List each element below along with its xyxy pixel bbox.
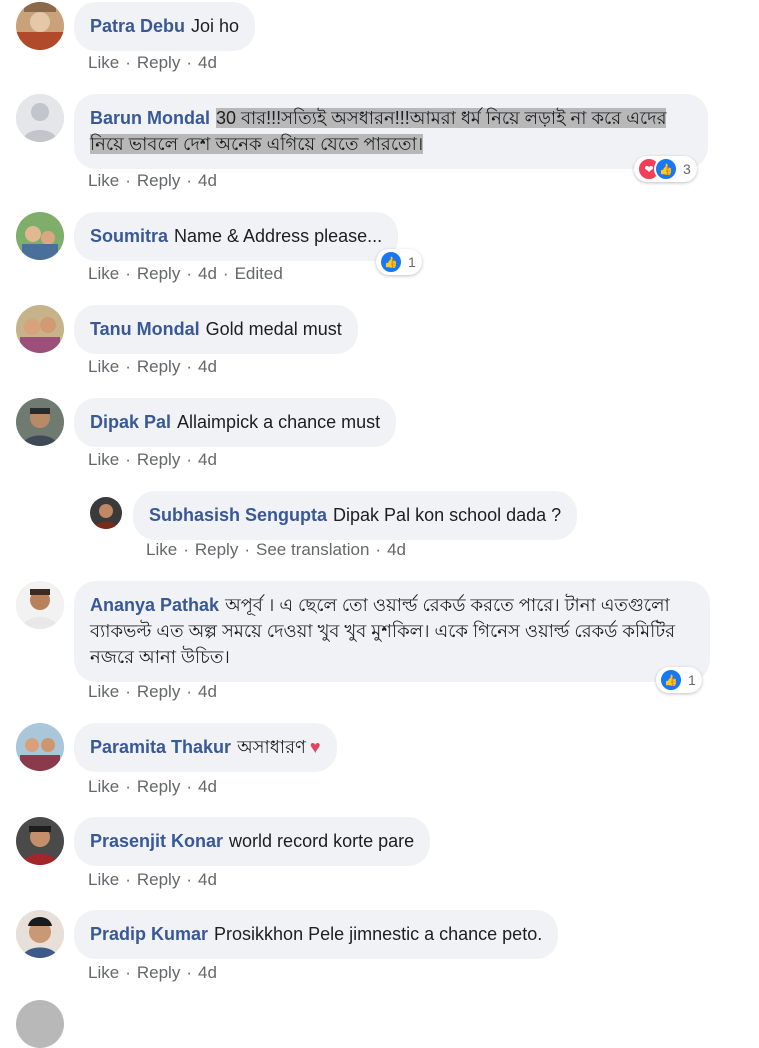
avatar[interactable] bbox=[16, 910, 64, 958]
reply-link[interactable]: Reply bbox=[137, 171, 180, 190]
like-link[interactable]: Like bbox=[146, 540, 177, 559]
timestamp[interactable]: 4d bbox=[387, 540, 406, 559]
commenter-name[interactable]: Pradip Kumar bbox=[90, 924, 208, 944]
comment-actions: Like · Reply · 4d bbox=[88, 53, 217, 72]
reply-link[interactable]: Reply bbox=[137, 777, 180, 796]
comment-bubble: Ananya Pathak অপূর্ব । এ ছেলে তো ওয়ার্ল্… bbox=[74, 581, 710, 682]
reply-link[interactable]: Reply bbox=[137, 682, 180, 701]
like-icon: 👍 bbox=[654, 157, 678, 181]
comment-actions: Like · Reply · 4d bbox=[88, 450, 217, 469]
comment-actions: Like · Reply · 4d · Edited bbox=[88, 264, 283, 283]
like-icon: 👍 bbox=[379, 250, 403, 274]
commenter-name[interactable]: Subhasish Sengupta bbox=[149, 505, 327, 525]
comment-actions: Like · Reply · 4d bbox=[88, 963, 217, 982]
comment-text: Dipak Pal kon school dada ? bbox=[333, 505, 562, 525]
comment-bubble: Tanu Mondal Gold medal must bbox=[74, 305, 358, 354]
comment-bubble: Patra Debu Joi ho bbox=[74, 2, 256, 51]
like-link[interactable]: Like bbox=[88, 264, 119, 283]
comment-text: Prosikkhon Pele jimnestic a chance peto. bbox=[214, 924, 543, 944]
commenter-name[interactable]: Patra Debu bbox=[90, 16, 185, 36]
like-link[interactable]: Like bbox=[88, 870, 119, 889]
avatar[interactable] bbox=[16, 212, 64, 260]
like-link[interactable]: Like bbox=[88, 682, 119, 701]
heart-icon: ♥ bbox=[309, 737, 321, 757]
timestamp[interactable]: 4d bbox=[198, 870, 217, 889]
timestamp[interactable]: 4d bbox=[198, 171, 217, 190]
timestamp[interactable]: 4d bbox=[198, 53, 217, 72]
reaction-summary[interactable]: ❤ 👍 3 bbox=[634, 156, 697, 182]
reply-link[interactable]: Reply bbox=[137, 357, 180, 376]
like-icon: 👍 bbox=[659, 668, 683, 692]
like-link[interactable]: Like bbox=[88, 450, 119, 469]
reply-link[interactable]: Reply bbox=[137, 450, 180, 469]
timestamp[interactable]: 4d bbox=[198, 450, 217, 469]
avatar[interactable] bbox=[16, 1000, 64, 1048]
avatar[interactable] bbox=[16, 817, 64, 865]
comment-actions: Like · Reply · 4d bbox=[88, 682, 217, 701]
reaction-summary[interactable]: 👍 1 bbox=[376, 249, 422, 275]
commenter-name[interactable]: Soumitra bbox=[90, 226, 168, 246]
see-translation-link[interactable]: See translation bbox=[256, 540, 369, 559]
like-link[interactable]: Like bbox=[88, 357, 119, 376]
comment-text: Name & Address please... bbox=[174, 226, 383, 246]
reply-link[interactable]: Reply bbox=[137, 53, 180, 72]
like-link[interactable]: Like bbox=[88, 777, 119, 796]
comment-actions: Like · Reply · 4d bbox=[88, 777, 217, 796]
reaction-count: 1 bbox=[408, 254, 416, 270]
reaction-count: 1 bbox=[688, 672, 696, 688]
timestamp[interactable]: 4d bbox=[198, 963, 217, 982]
comment-text: Allaimpick a chance must bbox=[177, 412, 381, 432]
commenter-name[interactable]: Paramita Thakur bbox=[90, 737, 231, 757]
commenter-name[interactable]: Prasenjit Konar bbox=[90, 831, 223, 851]
commenter-name[interactable]: Ananya Pathak bbox=[90, 595, 219, 615]
reply-link[interactable]: Reply bbox=[137, 963, 180, 982]
comment-bubble: Barun Mondal 30 বার!!!সত্যিই অসধারন!!!আমর… bbox=[74, 94, 708, 169]
reply-link[interactable]: Reply bbox=[195, 540, 238, 559]
commenter-name[interactable]: Barun Mondal bbox=[90, 108, 210, 128]
comment-actions: Like · Reply · 4d bbox=[88, 171, 217, 190]
avatar[interactable] bbox=[90, 497, 122, 529]
avatar[interactable] bbox=[16, 723, 64, 771]
avatar[interactable] bbox=[16, 305, 64, 353]
comment-bubble: Pradip Kumar Prosikkhon Pele jimnestic a … bbox=[74, 910, 559, 959]
avatar[interactable] bbox=[16, 398, 64, 446]
like-link[interactable]: Like bbox=[88, 53, 119, 72]
avatar[interactable] bbox=[16, 2, 64, 50]
timestamp[interactable]: 4d bbox=[198, 777, 217, 796]
comment-text: অসাধারণ bbox=[237, 737, 306, 757]
reaction-count: 3 bbox=[683, 161, 691, 177]
timestamp[interactable]: 4d bbox=[198, 264, 217, 283]
avatar[interactable] bbox=[16, 94, 64, 142]
comment-bubble: Paramita Thakur অসাধারণ ♥ bbox=[74, 723, 337, 772]
comment-bubble: Subhasish Sengupta Dipak Pal kon school d… bbox=[133, 491, 578, 540]
comment-actions: Like · Reply · 4d bbox=[88, 870, 217, 889]
comment-bubble: Soumitra Name & Address please... bbox=[74, 212, 399, 261]
like-link[interactable]: Like bbox=[88, 171, 119, 190]
reply-link[interactable]: Reply bbox=[137, 264, 180, 283]
comment-text: world record korte pare bbox=[229, 831, 415, 851]
comment-bubble: Prasenjit Konar world record korte pare bbox=[74, 817, 431, 866]
timestamp[interactable]: 4d bbox=[198, 682, 217, 701]
comment-text: Joi ho bbox=[191, 16, 240, 36]
reply-link[interactable]: Reply bbox=[137, 870, 180, 889]
commenter-name[interactable]: Tanu Mondal bbox=[90, 319, 200, 339]
comment-text: Gold medal must bbox=[205, 319, 342, 339]
edited-label[interactable]: Edited bbox=[235, 264, 283, 283]
timestamp[interactable]: 4d bbox=[198, 357, 217, 376]
avatar[interactable] bbox=[16, 581, 64, 629]
commenter-name[interactable]: Dipak Pal bbox=[90, 412, 171, 432]
like-link[interactable]: Like bbox=[88, 963, 119, 982]
comment-bubble: Dipak Pal Allaimpick a chance must bbox=[74, 398, 397, 447]
comment-actions: Like · Reply · 4d bbox=[88, 357, 217, 376]
reaction-summary[interactable]: 👍 1 bbox=[656, 667, 702, 693]
comment-actions: Like · Reply · See translation · 4d bbox=[146, 540, 406, 559]
